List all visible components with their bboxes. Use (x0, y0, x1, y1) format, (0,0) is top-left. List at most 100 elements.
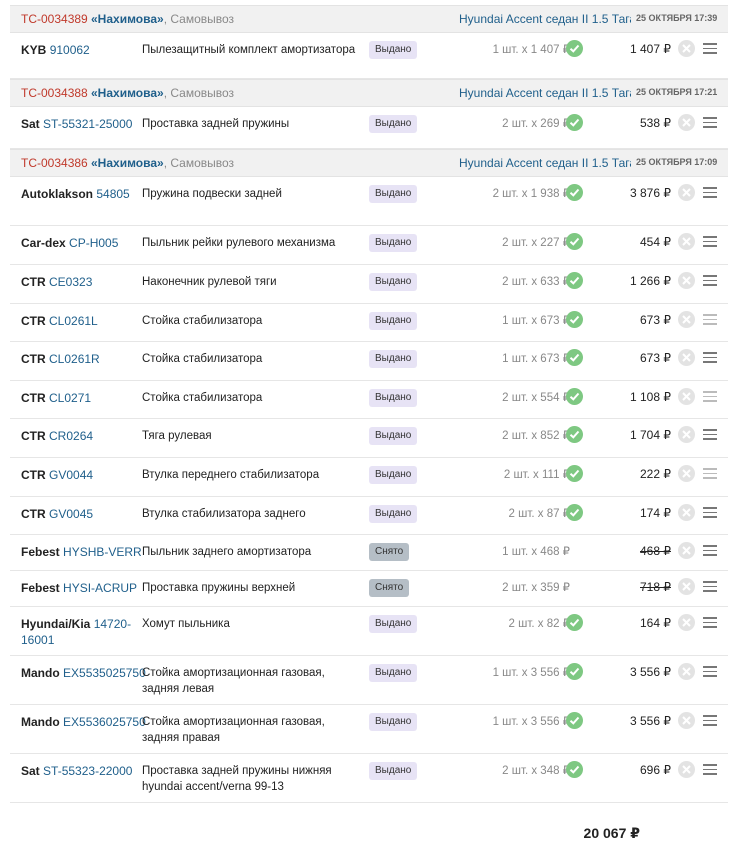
close-circle-icon[interactable] (678, 233, 695, 250)
pickup-point[interactable]: «Нахимова» (91, 12, 164, 26)
status-badge: Выдано (369, 41, 418, 59)
item-description: Втулка переднего стабилизатора (142, 469, 320, 481)
menu-lines-icon[interactable] (703, 617, 717, 628)
brand-name: Autoklakson (21, 187, 94, 201)
item-description: Пыльник рейки рулевого механизма (142, 237, 336, 249)
menu-lines-icon[interactable] (703, 352, 717, 363)
order-item-row: Sat ST-55323-22000 Проставка задней пружи… (10, 754, 728, 803)
menu-lines-icon[interactable] (703, 545, 717, 556)
item-quantity-price: 2 шт. x 111 ₽ (503, 469, 570, 481)
close-circle-icon[interactable] (678, 465, 695, 482)
close-circle-icon[interactable] (678, 114, 695, 131)
close-circle-icon[interactable] (678, 40, 695, 57)
article-code-link[interactable]: ST-55323-22000 (43, 764, 132, 778)
menu-lines-icon[interactable] (703, 666, 717, 677)
menu-lines-icon[interactable] (703, 429, 717, 440)
close-circle-icon[interactable] (678, 712, 695, 729)
article-code-link[interactable]: GV0044 (49, 468, 93, 482)
item-quantity-price: 2 шт. x 554 ₽ (502, 392, 570, 404)
article-code-link[interactable]: 54805 (96, 187, 129, 201)
status-badge: Выдано (369, 505, 418, 523)
article-code-link[interactable]: CR0264 (49, 429, 93, 443)
close-circle-icon[interactable] (678, 542, 695, 559)
order-date: 25 ОКТЯБРЯ 17:21 (636, 87, 718, 97)
order-date: 25 ОКТЯБРЯ 17:09 (636, 157, 718, 167)
menu-lines-icon[interactable] (703, 43, 717, 54)
menu-lines-icon[interactable] (703, 764, 717, 775)
brand-name: CTR (21, 352, 46, 366)
delivery-method: , Самовывоз (163, 12, 235, 26)
article-code-link[interactable]: HYSI-ACRUP (63, 581, 137, 595)
check-circle-icon (566, 349, 583, 366)
menu-lines-icon[interactable] (703, 275, 717, 286)
brand-name: CTR (21, 391, 46, 405)
item-total: 538 ₽ (640, 116, 671, 130)
article-code-link[interactable]: ST-55321-25000 (43, 117, 132, 131)
close-circle-icon[interactable] (678, 272, 695, 289)
item-description: Наконечник рулевой тяги (142, 276, 277, 288)
close-circle-icon[interactable] (678, 578, 695, 595)
close-circle-icon[interactable] (678, 184, 695, 201)
menu-lines-icon[interactable] (703, 581, 717, 592)
order-item-row: Car-dex CP-H005 Пыльник рейки рулевого ме… (10, 226, 728, 265)
item-quantity-price: 2 шт. x 269 ₽ (502, 118, 570, 130)
close-circle-icon[interactable] (678, 426, 695, 443)
brand-name: CTR (21, 275, 46, 289)
item-brand: CTR CL0261L (21, 313, 146, 329)
close-circle-icon[interactable] (678, 663, 695, 680)
item-total: 718 ₽ (640, 580, 671, 594)
article-code-link[interactable]: CL0271 (49, 391, 91, 405)
status-badge: Выдано (369, 312, 418, 330)
item-brand: CTR CL0261R (21, 351, 146, 367)
menu-lines-icon[interactable] (703, 507, 717, 518)
status-badge: Снято (369, 579, 410, 597)
article-code-link[interactable]: 910062 (50, 43, 90, 57)
menu-lines-icon[interactable] (703, 715, 717, 726)
menu-lines-icon[interactable] (703, 117, 717, 128)
brand-name: CTR (21, 468, 46, 482)
article-code-link[interactable]: HYSHB-VERR (63, 545, 142, 559)
brand-name: Febest (21, 545, 60, 559)
item-quantity-price: 1 шт. x 3 556 ₽ (492, 716, 570, 728)
check-circle-icon (566, 40, 583, 57)
close-circle-icon[interactable] (678, 311, 695, 328)
order-number[interactable]: ТС-0034386 (21, 156, 88, 170)
item-brand: CTR GV0044 (21, 467, 146, 483)
order-car[interactable]: Hyundai Accent седан II 1.5 Тагаз (459, 86, 631, 100)
item-quantity-price: 1 шт. x 3 556 ₽ (492, 667, 570, 679)
article-code-link[interactable]: EX5535025750 (63, 666, 146, 680)
article-code-link[interactable]: CL0261L (49, 314, 98, 328)
order-item-row: CTR CL0261L Стойка стабилизатора Выдано 1 ш… (10, 304, 728, 342)
article-code-link[interactable]: GV0045 (49, 507, 93, 521)
close-circle-icon[interactable] (678, 349, 695, 366)
order-car[interactable]: Hyundai Accent седан II 1.5 Тагаз (459, 12, 631, 26)
menu-lines-icon[interactable] (703, 468, 717, 479)
article-code-link[interactable]: CE0323 (49, 275, 92, 289)
item-total: 164 ₽ (640, 616, 671, 630)
menu-lines-icon[interactable] (703, 187, 717, 198)
order-item-row: KYB 910062 Пылезащитный комплект амортиза… (10, 33, 728, 79)
item-brand: CTR CR0264 (21, 428, 146, 444)
item-total: 454 ₽ (640, 235, 671, 249)
menu-lines-icon[interactable] (703, 314, 717, 325)
order-number[interactable]: ТС-0034388 (21, 86, 88, 100)
article-code-link[interactable]: CP-H005 (69, 236, 118, 250)
item-brand: Autoklakson 54805 (21, 186, 146, 202)
order-car[interactable]: Hyundai Accent седан II 1.5 Тагаз (459, 156, 631, 170)
close-circle-icon[interactable] (678, 761, 695, 778)
menu-lines-icon[interactable] (703, 236, 717, 247)
article-code-link[interactable]: EX5536025750 (63, 715, 146, 729)
pickup-point[interactable]: «Нахимова» (91, 86, 164, 100)
order-number[interactable]: ТС-0034389 (21, 12, 88, 26)
close-circle-icon[interactable] (678, 388, 695, 405)
item-total: 1 407 ₽ (630, 42, 671, 56)
order-item-row: CTR CL0271 Стойка стабилизатора Выдано 2 шт… (10, 381, 728, 419)
pickup-point[interactable]: «Нахимова» (91, 156, 164, 170)
item-quantity-price: 2 шт. x 87 ₽ (508, 508, 570, 520)
article-code-link[interactable]: CL0261R (49, 352, 100, 366)
close-circle-icon[interactable] (678, 504, 695, 521)
close-circle-icon[interactable] (678, 614, 695, 631)
brand-name: Sat (21, 117, 40, 131)
brand-name: Car-dex (21, 236, 66, 250)
menu-lines-icon[interactable] (703, 391, 717, 402)
